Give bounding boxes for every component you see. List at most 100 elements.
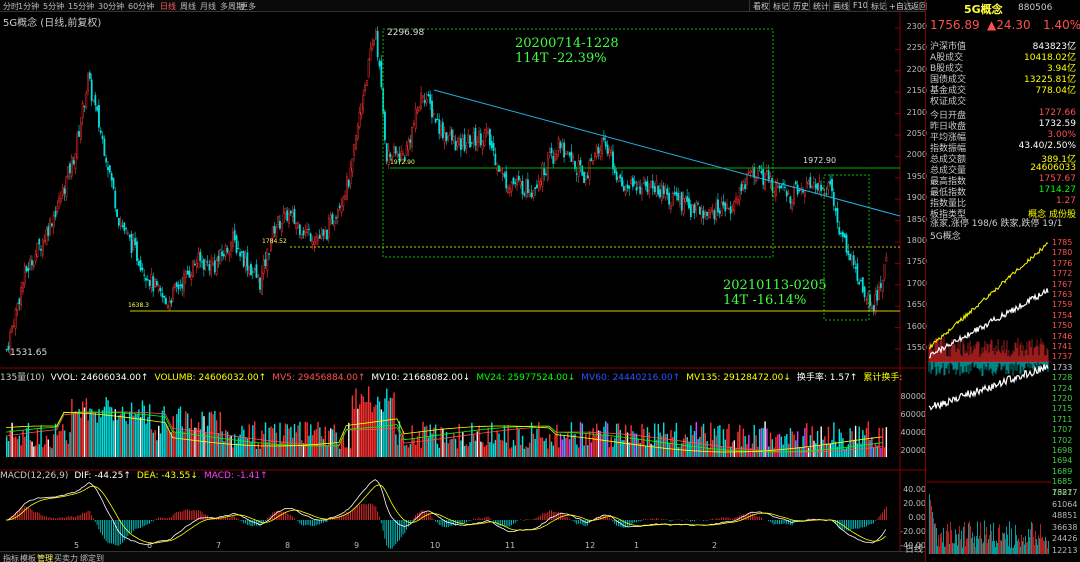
- quote-stat-value: 1757.67: [1038, 174, 1076, 184]
- period-tab-15min[interactable]: 15分钟: [68, 1, 94, 12]
- volume-tick: 60000: [900, 410, 926, 419]
- period-tab-minute[interactable]: 分时: [3, 1, 19, 12]
- quote-stat-row: 总成交额 389.1亿: [930, 152, 1078, 165]
- price-tick: 2150: [906, 86, 927, 96]
- box2-title: 20210113-0205: [723, 278, 827, 293]
- quote-stat-row: 指数量比 1.27: [930, 196, 1078, 209]
- period-tab-60min[interactable]: 60分钟: [128, 1, 154, 12]
- price-tick: 1850: [906, 214, 927, 224]
- mini-price-tick: 1746: [1052, 331, 1073, 341]
- mini-price-tick: 1759: [1052, 300, 1073, 310]
- volume-legend-item: MV24: 25977524.00↓: [476, 373, 576, 382]
- month-tick: 6: [147, 541, 153, 550]
- price-tick: 1550: [906, 343, 927, 352]
- quote-stat-value: 1732.59: [1038, 119, 1076, 129]
- volume-legend-item: VVOL: 24606034.00↑: [50, 373, 149, 382]
- price-change: ▲24.30: [987, 18, 1031, 32]
- period-tab-5min[interactable]: 5分钟: [43, 1, 64, 12]
- period-tab-weekly[interactable]: 周线: [180, 1, 196, 12]
- bottom-tabs: 指标 模板 管理 买卖力 绑定到: [0, 551, 925, 562]
- box2-stat: 14T -16.14%: [723, 293, 807, 308]
- quote-stat-row: 今日开盘 1727.66: [930, 108, 1078, 121]
- mini-price-tick: 1694: [1052, 456, 1073, 466]
- low-label: 1531.65: [10, 348, 48, 358]
- quote-stat-row: B股成交 3.94亿: [930, 61, 1078, 74]
- mini-price-tick: 1689: [1052, 466, 1073, 476]
- intraday-mini-chart[interactable]: [927, 238, 1052, 558]
- mini-price-tick: 1772: [1052, 269, 1073, 279]
- volume-legend-item: 135量(10): [0, 373, 45, 382]
- updown-count: 涨家,涨停 198/6 跌家,跌停 19/1: [930, 219, 1063, 227]
- macd-tick: 20.00: [903, 499, 926, 508]
- period-tab-daily[interactable]: 日线: [160, 1, 176, 12]
- quote-stat-value: 1.27: [1055, 196, 1076, 206]
- macd-legend-item: DEA: -43.55↓: [136, 471, 198, 481]
- price-tick: 2100: [906, 107, 927, 117]
- price-tick: 2250: [906, 43, 927, 53]
- quote-stat-value: 1727.66: [1038, 108, 1076, 118]
- price-tick: 2000: [906, 150, 927, 160]
- month-tick: 7: [216, 541, 222, 550]
- macd-histogram: [8, 503, 887, 549]
- price-tick: 1900: [906, 193, 927, 203]
- volume-legend-item: 累计换手: 13.80: [863, 373, 905, 382]
- period-toolbar: 分时 1分钟 5分钟 15分钟 30分钟 60分钟 日线 周线 月线 多周期 更…: [0, 0, 927, 12]
- mini-price-tick: 1715: [1052, 404, 1073, 414]
- period-tab-1min[interactable]: 1分钟: [18, 1, 39, 12]
- mini-price-tick: 1776: [1052, 258, 1073, 268]
- tab-buysell[interactable]: 买卖力: [54, 553, 78, 562]
- mini-price-tick: 1728: [1052, 373, 1073, 383]
- mini-price-tick: 1767: [1052, 279, 1073, 289]
- volume-legend-item: MV60: 24440216.00↑: [581, 373, 681, 382]
- price-tick: 1600: [906, 321, 927, 331]
- month-tick: 2: [712, 541, 718, 550]
- stock-code: 880506: [1018, 3, 1053, 13]
- period-tab-monthly[interactable]: 月线: [200, 1, 216, 12]
- period-tab-30min[interactable]: 30分钟: [98, 1, 124, 12]
- month-tick: 12: [585, 541, 596, 550]
- quote-stat-key: 权证成交: [930, 97, 967, 107]
- quote-stat-row: 总成交量 24606033: [930, 163, 1078, 176]
- volume-tick: 20000: [900, 446, 926, 455]
- mini-price-tick: 1685: [1052, 477, 1073, 487]
- price-change-pct: 1.40%: [1043, 18, 1080, 32]
- tab-indicator[interactable]: 指标: [3, 553, 19, 562]
- quote-stat-value: 1714.27: [1038, 185, 1076, 195]
- mini-price-tick: 1750: [1052, 321, 1073, 331]
- macd-legend-item: MACD: -1.41↑: [203, 471, 268, 481]
- quote-stat-value: 3.00%: [1047, 130, 1076, 140]
- price-tick: 2200: [906, 64, 927, 74]
- mini-volume-tick: 61064: [1052, 499, 1078, 509]
- month-tick: 11: [505, 541, 516, 550]
- mini-price-tick: 1707: [1052, 425, 1073, 435]
- quote-stat-row: 平均涨幅 3.00%: [930, 130, 1078, 143]
- quote-header: 5G概念 880506: [930, 1, 1078, 16]
- price-tick: 2050: [906, 129, 927, 138]
- period-tab-more[interactable]: 更多: [240, 1, 256, 12]
- tab-manage[interactable]: 管理: [37, 553, 53, 562]
- month-tick: 10: [430, 541, 441, 550]
- mini-price-tick: 1763: [1052, 290, 1073, 299]
- mini-volume-tick: 24426: [1052, 534, 1078, 543]
- box1-title: 20200714-1228: [515, 36, 619, 51]
- mini-price-tick: 1702: [1052, 435, 1073, 445]
- quote-stat-row: 国债成交 13225.81亿: [930, 72, 1078, 85]
- tab-template[interactable]: 模板: [20, 553, 36, 562]
- quote-stat-row: 指数振幅 43.40/2.50%: [930, 141, 1078, 154]
- macd-legend-item: MACD(12,26,9): [0, 471, 69, 481]
- mini-price-tick: 1733: [1052, 362, 1073, 372]
- mini-price-tick: 1780: [1052, 248, 1073, 258]
- quote-stat-row: 最高指数 1757.67: [930, 174, 1078, 187]
- macd-tick: 0.00: [908, 513, 926, 522]
- quote-stat-value: 24606033: [1030, 163, 1076, 173]
- level3-label: 1638.3: [128, 302, 149, 309]
- quote-stat-value: 43.40/2.50%: [1018, 141, 1076, 151]
- mini-price-tick: 1698: [1052, 446, 1073, 455]
- high-label: 2296.98: [387, 28, 425, 38]
- mini-price-tick: 1724: [1052, 383, 1073, 393]
- volume-tick: 40000: [900, 428, 926, 437]
- tab-bind[interactable]: 绑定到: [80, 553, 104, 562]
- level2-label: 1784.52: [262, 238, 287, 245]
- month-tick: 8: [285, 541, 291, 550]
- mini-price-tick: 1737: [1052, 352, 1073, 362]
